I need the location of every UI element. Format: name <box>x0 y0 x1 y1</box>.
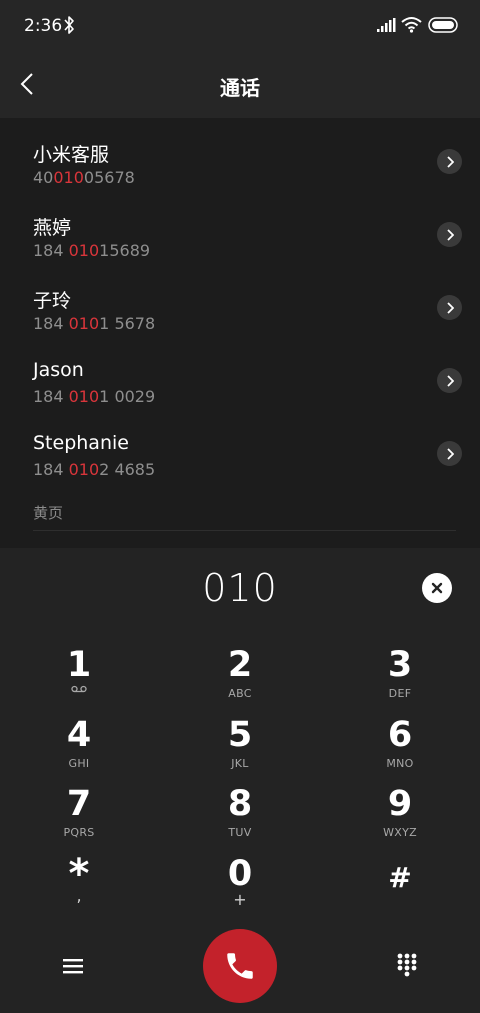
contact-name: 小米客服 <box>33 144 110 166</box>
number-match-highlight: 010 <box>53 168 84 187</box>
contact-name: Jason <box>33 359 84 381</box>
dial-key-digit: 7 <box>66 784 92 824</box>
number-match-highlight: 010 <box>68 241 100 260</box>
dial-key-0[interactable]: 0 + <box>180 854 300 920</box>
status-bar: 2:36 <box>0 0 480 52</box>
number-match-highlight: 010 <box>68 314 100 333</box>
voicemail-icon <box>71 685 87 693</box>
battery-icon <box>428 17 458 33</box>
dial-key-sub-symbol: , <box>76 886 82 905</box>
app-header: 通话 <box>0 52 480 118</box>
dial-key-digit: # <box>388 861 412 894</box>
wifi-icon <box>401 17 422 33</box>
dial-key-digit: 6 <box>387 715 413 755</box>
dial-key-9[interactable]: 9 WXYZ <box>340 784 460 850</box>
dial-key-letters: MNO <box>386 757 414 770</box>
dial-key-digit: 9 <box>387 784 413 824</box>
contact-row[interactable]: Jason 184 0101 0029 <box>0 345 480 417</box>
page-title: 通话 <box>220 76 260 100</box>
dial-key-digit: 3 <box>387 645 413 685</box>
keypad-toggle-button[interactable] <box>392 950 422 980</box>
dial-key-digit: 4 <box>66 715 92 755</box>
contact-detail-button[interactable] <box>437 441 462 466</box>
contact-row[interactable]: 小米客服 4001005678 <box>0 126 480 198</box>
dial-key-letters: ABC <box>228 687 252 700</box>
chevron-right-icon <box>446 301 454 314</box>
hamburger-menu-icon <box>63 959 83 974</box>
number-match-highlight: 010 <box>68 387 100 406</box>
dialed-number-display: 010 <box>202 566 278 610</box>
dial-key-star[interactable]: * , <box>19 854 139 920</box>
signal-icon <box>377 18 396 32</box>
contact-number: 4001005678 <box>33 168 135 187</box>
contact-detail-button[interactable] <box>437 222 462 247</box>
contact-name: 子玲 <box>33 290 72 312</box>
divider <box>33 530 456 531</box>
dial-key-letters: JKL <box>231 757 249 770</box>
dial-key-letters: DEF <box>388 687 412 700</box>
bluetooth-icon <box>64 16 74 34</box>
phone-icon <box>227 953 253 979</box>
dial-key-digit: 2 <box>227 645 253 685</box>
contact-number: 184 0101 5678 <box>33 314 156 333</box>
contact-number: 184 01015689 <box>33 241 151 260</box>
chevron-right-icon <box>446 155 454 168</box>
contact-detail-button[interactable] <box>437 149 462 174</box>
contact-row[interactable]: Stephanie 184 0102 4685 <box>0 418 480 490</box>
menu-button[interactable] <box>58 951 88 981</box>
chevron-right-icon <box>446 228 454 241</box>
dial-key-sub-symbol: + <box>233 890 247 909</box>
yellow-pages-section-label[interactable]: 黄页 <box>33 502 63 523</box>
chevron-right-icon <box>446 374 454 387</box>
dial-key-6[interactable]: 6 MNO <box>340 715 460 781</box>
contact-name: Stephanie <box>33 432 129 454</box>
contact-name: 燕婷 <box>33 217 72 239</box>
call-button[interactable] <box>203 929 277 1003</box>
dial-key-8[interactable]: 8 TUV <box>180 784 300 850</box>
close-icon <box>431 582 443 594</box>
dial-key-7[interactable]: 7 PQRS <box>19 784 139 850</box>
contact-row[interactable]: 燕婷 184 01015689 <box>0 199 480 271</box>
contact-number: 184 0102 4685 <box>33 460 156 479</box>
contact-detail-button[interactable] <box>437 368 462 393</box>
number-match-highlight: 010 <box>68 460 100 479</box>
dial-key-digit: 8 <box>227 784 253 824</box>
dial-key-4[interactable]: 4 GHI <box>19 715 139 781</box>
dial-key-1[interactable]: 1 <box>19 645 139 711</box>
chevron-right-icon <box>446 447 454 460</box>
dialpad-grid-icon <box>397 953 417 977</box>
dial-key-letters: PQRS <box>63 826 95 839</box>
status-time: 2:36 <box>24 16 63 36</box>
dial-key-letters: WXYZ <box>383 826 417 839</box>
contact-number: 184 0101 0029 <box>33 387 156 406</box>
dialpad: 010 1 2 ABC 3 DEF 4 GHI 5 JKL 6 MNO 7 PQ… <box>0 548 480 1013</box>
dial-key-3[interactable]: 3 DEF <box>340 645 460 711</box>
contact-row[interactable]: 子玲 184 0101 5678 <box>0 272 480 344</box>
dial-key-5[interactable]: 5 JKL <box>180 715 300 781</box>
dial-key-pound[interactable]: # <box>340 854 460 920</box>
clear-input-button[interactable] <box>422 573 452 603</box>
contact-search-results: 小米客服 4001005678 燕婷 184 01015689 子玲 184 0… <box>0 118 480 548</box>
dial-key-digit: 0 <box>227 854 253 894</box>
dial-key-letters: TUV <box>228 826 252 839</box>
dial-key-2[interactable]: 2 ABC <box>180 645 300 711</box>
contact-detail-button[interactable] <box>437 295 462 320</box>
dial-key-digit: 1 <box>66 645 92 685</box>
dial-key-digit: 5 <box>227 715 253 755</box>
dial-key-letters: GHI <box>68 757 90 770</box>
